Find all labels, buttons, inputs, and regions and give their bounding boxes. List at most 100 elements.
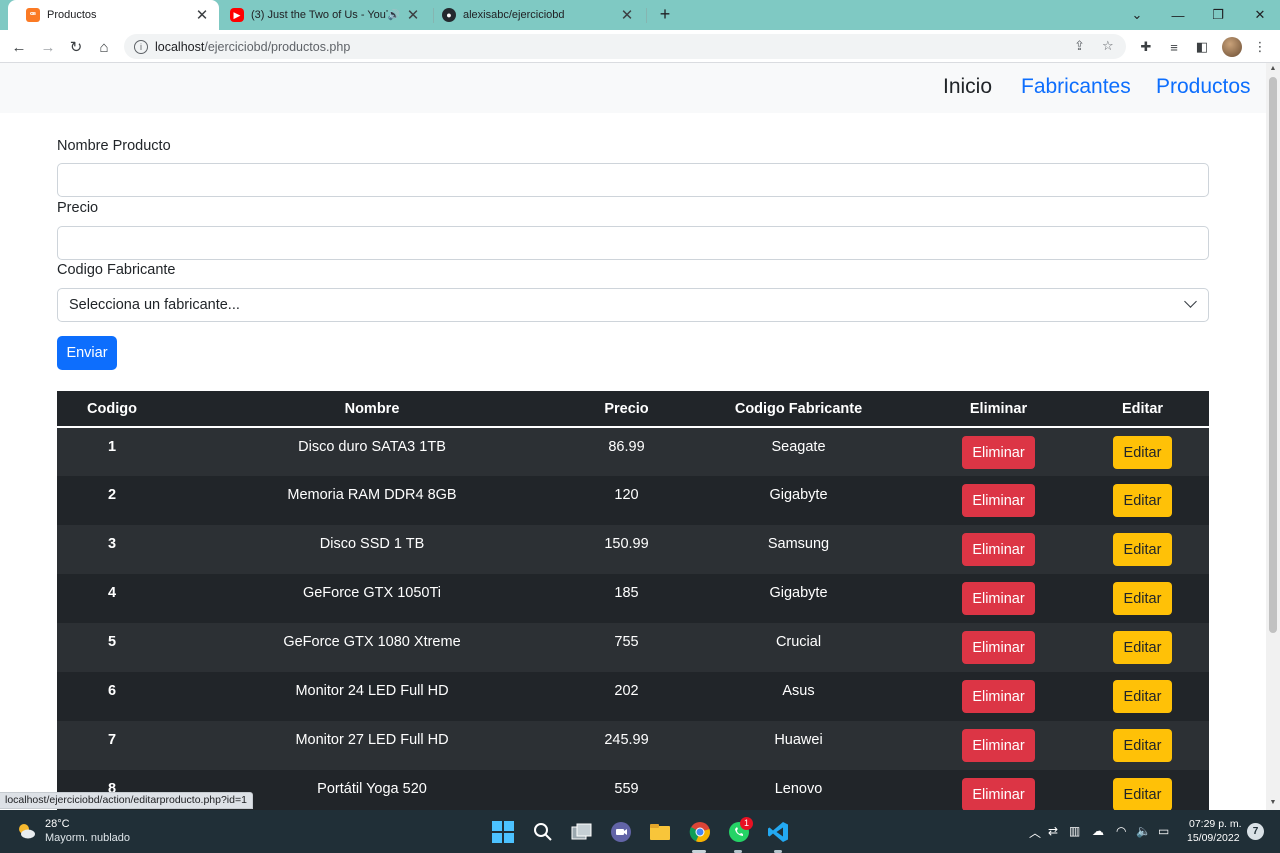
table-row: 3 Disco SSD 1 TB 150.99 Samsung Eliminar Edit… xyxy=(57,525,1209,574)
edit-button[interactable]: Editar xyxy=(1113,778,1172,810)
nav-link-fabricantes[interactable]: Fabricantes xyxy=(1021,75,1131,99)
delete-button[interactable]: Eliminar xyxy=(962,631,1035,664)
tab-productos[interactable]: ꟹ Productos ✕ xyxy=(8,0,219,30)
usb-device-icon[interactable]: ⇄ xyxy=(1048,824,1058,838)
taskbar-date[interactable]: 15/09/2022 xyxy=(1187,832,1240,844)
site-navbar: Inicio Fabricantes Productos xyxy=(0,63,1266,113)
github-icon: ● xyxy=(442,8,456,22)
price-input[interactable] xyxy=(57,226,1209,260)
cell-code: 2 xyxy=(57,476,167,525)
menu-kebab-icon[interactable]: ⋮ xyxy=(1250,37,1270,57)
delete-button[interactable]: Eliminar xyxy=(962,729,1035,762)
onedrive-cloud-icon[interactable]: ☁ xyxy=(1092,824,1104,838)
taskbar-time[interactable]: 07:29 p. m. xyxy=(1189,818,1242,830)
edit-button[interactable]: Editar xyxy=(1113,533,1172,566)
search-icon[interactable] xyxy=(531,820,555,844)
extensions-puzzle-icon[interactable]: ✚ xyxy=(1136,37,1156,57)
new-tab-button[interactable]: + xyxy=(654,4,676,26)
column-header-eliminar: Eliminar xyxy=(921,391,1076,428)
cell-name: GeForce GTX 1050Ti xyxy=(167,574,577,623)
bookmark-star-icon[interactable]: ☆ xyxy=(1102,38,1114,54)
column-header-editar: Editar xyxy=(1076,391,1209,428)
delete-button[interactable]: Eliminar xyxy=(962,484,1035,517)
edit-button[interactable]: Editar xyxy=(1113,582,1172,615)
scroll-down-arrow-icon[interactable]: ▼ xyxy=(1269,799,1277,806)
delete-button[interactable]: Eliminar xyxy=(962,533,1035,566)
tab-search-icon[interactable]: ⌄ xyxy=(1117,0,1157,30)
scroll-up-arrow-icon[interactable]: ▲ xyxy=(1269,65,1277,72)
chrome-icon[interactable] xyxy=(688,820,712,844)
cell-code: 6 xyxy=(57,672,167,721)
cell-delete: Eliminar xyxy=(921,623,1076,672)
delete-button[interactable]: Eliminar xyxy=(962,778,1035,810)
delete-button[interactable]: Eliminar xyxy=(962,680,1035,713)
edit-button[interactable]: Editar xyxy=(1113,484,1172,517)
teams-chat-icon[interactable] xyxy=(609,820,633,844)
product-name-input[interactable] xyxy=(57,163,1209,197)
address-bar[interactable]: i localhost/ejerciciobd/productos.php ⇪ … xyxy=(124,34,1126,59)
network-meter-icon[interactable]: ▥ xyxy=(1069,824,1080,838)
reload-icon[interactable]: ↻ xyxy=(65,36,87,58)
side-panel-icon[interactable]: ◧ xyxy=(1192,37,1212,57)
close-tab-icon[interactable]: ✕ xyxy=(618,6,636,24)
tray-overflow-chevron-icon[interactable]: ︿ xyxy=(1029,824,1041,841)
weather-temperature[interactable]: 28°C xyxy=(45,818,70,830)
delete-button[interactable]: Eliminar xyxy=(962,582,1035,615)
vscode-icon[interactable] xyxy=(766,820,790,844)
tab-strip: ꟹ Productos ✕ ▶ (3) Just the Two of Us -… xyxy=(0,0,1280,30)
weather-description[interactable]: Mayorm. nublado xyxy=(45,832,130,844)
cell-edit: Editar xyxy=(1076,427,1209,476)
site-info-icon[interactable]: i xyxy=(134,39,148,54)
edit-button[interactable]: Editar xyxy=(1113,729,1172,762)
nav-link-productos[interactable]: Productos xyxy=(1156,75,1251,99)
edit-button[interactable]: Editar xyxy=(1113,680,1172,713)
profile-avatar[interactable] xyxy=(1222,37,1242,57)
close-tab-icon[interactable]: ✕ xyxy=(193,6,211,24)
home-icon[interactable]: ⌂ xyxy=(93,36,115,58)
cell-code: 4 xyxy=(57,574,167,623)
audio-playing-icon[interactable]: 🔊 xyxy=(388,10,400,21)
cell-name: Monitor 24 LED Full HD xyxy=(167,672,577,721)
cell-name: GeForce GTX 1080 Xtreme xyxy=(167,623,577,672)
edit-button[interactable]: Editar xyxy=(1113,436,1172,469)
cell-price: 245.99 xyxy=(577,721,676,770)
cell-edit: Editar xyxy=(1076,623,1209,672)
close-tab-icon[interactable]: ✕ xyxy=(404,6,422,24)
partly-cloudy-icon[interactable] xyxy=(15,820,37,842)
cell-price: 150.99 xyxy=(577,525,676,574)
back-icon[interactable]: ← xyxy=(8,36,30,58)
edit-button[interactable]: Editar xyxy=(1113,631,1172,664)
volume-icon[interactable]: 🔈 xyxy=(1136,824,1151,838)
cell-maker: Crucial xyxy=(676,623,921,672)
cell-edit: Editar xyxy=(1076,476,1209,525)
battery-icon[interactable]: ▭ xyxy=(1158,824,1169,838)
nav-link-inicio[interactable]: Inicio xyxy=(943,75,992,99)
cell-code: 7 xyxy=(57,721,167,770)
maker-select[interactable]: Selecciona un fabricante... xyxy=(57,288,1209,322)
submit-button[interactable]: Enviar xyxy=(57,336,117,370)
column-header-fabricante: Codigo Fabricante xyxy=(676,391,921,428)
file-explorer-icon[interactable] xyxy=(648,820,672,844)
tab-youtube[interactable]: ▶ (3) Just the Two of Us - YouT 🔊 ✕ xyxy=(222,0,430,30)
browser-toolbar: ← → ↻ ⌂ i localhost/ejerciciobd/producto… xyxy=(0,30,1280,63)
scrollbar-thumb[interactable] xyxy=(1269,77,1277,633)
tab-github[interactable]: ● alexisabc/ejerciciobd ✕ xyxy=(434,0,644,30)
page-scrollbar[interactable]: ▲ ▼ xyxy=(1266,63,1280,810)
xampp-icon: ꟹ xyxy=(26,8,40,22)
cell-price: 185 xyxy=(577,574,676,623)
minimize-button[interactable]: — xyxy=(1158,0,1198,30)
wifi-icon[interactable]: ◠ xyxy=(1116,824,1126,838)
task-view-icon[interactable] xyxy=(570,820,594,844)
share-icon[interactable]: ⇪ xyxy=(1074,38,1085,54)
forward-icon[interactable]: → xyxy=(37,36,59,58)
media-queue-icon[interactable]: ≡ xyxy=(1164,37,1184,57)
delete-button[interactable]: Eliminar xyxy=(962,436,1035,469)
windows-start-icon[interactable] xyxy=(491,820,515,844)
table-row: 7 Monitor 27 LED Full HD 245.99 Huawei Elimi… xyxy=(57,721,1209,770)
table-row: 5 GeForce GTX 1080 Xtreme 755 Crucial Elimin… xyxy=(57,623,1209,672)
cell-name: Monitor 27 LED Full HD xyxy=(167,721,577,770)
notification-count-badge[interactable]: 7 xyxy=(1247,823,1264,840)
restore-button[interactable]: ❐ xyxy=(1198,0,1238,30)
table-row: 1 Disco duro SATA3 1TB 86.99 Seagate Elimina… xyxy=(57,427,1209,476)
close-window-button[interactable]: ✕ xyxy=(1240,0,1280,30)
